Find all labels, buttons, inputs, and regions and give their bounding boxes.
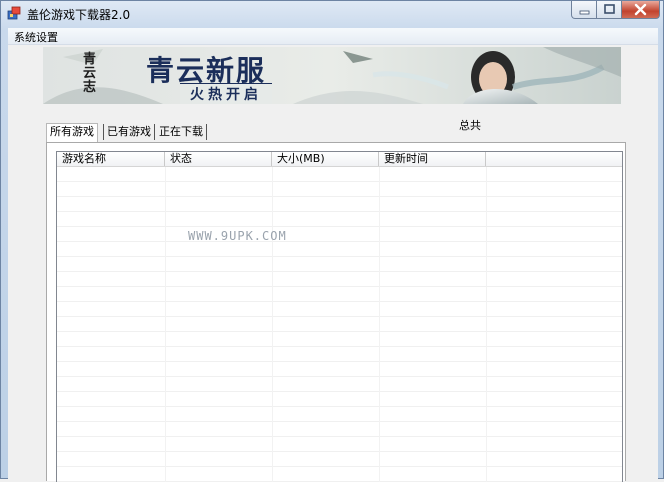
column-divider: [379, 167, 380, 482]
tab-panel-all-games: 游戏名称 状态 大小(MB) 更新时间: [46, 142, 626, 482]
empty-row: [57, 467, 622, 482]
app-icon: [7, 6, 21, 20]
empty-row: [57, 332, 622, 347]
app-window: 盖伦游戏下载器2.0 系统设置 青云志 青云新服 火热开启 总共 所有游戏 已有…: [0, 0, 664, 482]
empty-row: [57, 422, 622, 437]
title-bar[interactable]: 盖伦游戏下载器2.0: [1, 1, 663, 25]
menu-bar: 系统设置: [8, 28, 658, 45]
table-body: [57, 167, 622, 482]
empty-row: [57, 302, 622, 317]
games-table[interactable]: 游戏名称 状态 大小(MB) 更新时间: [56, 151, 623, 482]
empty-row: [57, 242, 622, 257]
tab-downloading[interactable]: 正在下载: [156, 124, 207, 140]
empty-row: [57, 227, 622, 242]
empty-row: [57, 452, 622, 467]
tab-owned-games[interactable]: 已有游戏: [103, 124, 155, 140]
watermark-text: WWW.9UPK.COM: [188, 229, 287, 243]
promo-banner[interactable]: 青云志 青云新服 火热开启: [43, 47, 621, 104]
minimize-icon: [579, 10, 590, 15]
banner-image: [43, 47, 621, 104]
empty-row: [57, 167, 622, 182]
window-title: 盖伦游戏下载器2.0: [27, 8, 131, 22]
column-divider: [165, 167, 166, 482]
banner-subline: 火热开启: [180, 83, 272, 104]
minimize-button[interactable]: [571, 1, 597, 19]
tab-all-games[interactable]: 所有游戏: [46, 123, 98, 142]
column-header-name[interactable]: 游戏名称: [57, 152, 165, 166]
column-divider: [272, 167, 273, 482]
table-header: 游戏名称 状态 大小(MB) 更新时间: [57, 152, 622, 167]
total-label: 总共: [459, 119, 481, 132]
empty-row: [57, 317, 622, 332]
empty-row: [57, 272, 622, 287]
close-icon: [634, 3, 647, 16]
empty-row: [57, 407, 622, 422]
empty-row: [57, 287, 622, 302]
empty-row: [57, 347, 622, 362]
column-header-extra[interactable]: [486, 152, 622, 166]
empty-row: [57, 197, 622, 212]
empty-row: [57, 257, 622, 272]
menu-item-settings[interactable]: 系统设置: [14, 29, 58, 45]
empty-row: [57, 182, 622, 197]
column-header-size[interactable]: 大小(MB): [272, 152, 379, 166]
column-header-updated[interactable]: 更新时间: [379, 152, 486, 166]
column-divider: [486, 167, 487, 482]
column-header-status[interactable]: 状态: [165, 152, 272, 166]
close-button[interactable]: [622, 1, 660, 19]
maximize-icon: [604, 4, 615, 14]
client-area: 系统设置 青云志 青云新服 火热开启 总共 所有游戏 已有游戏 正在下载 游戏名…: [8, 28, 658, 482]
empty-row: [57, 377, 622, 392]
empty-row: [57, 437, 622, 452]
empty-row: [57, 362, 622, 377]
banner-logo: 青云志: [83, 52, 97, 95]
maximize-button[interactable]: [597, 1, 622, 19]
empty-row: [57, 212, 622, 227]
empty-row: [57, 392, 622, 407]
